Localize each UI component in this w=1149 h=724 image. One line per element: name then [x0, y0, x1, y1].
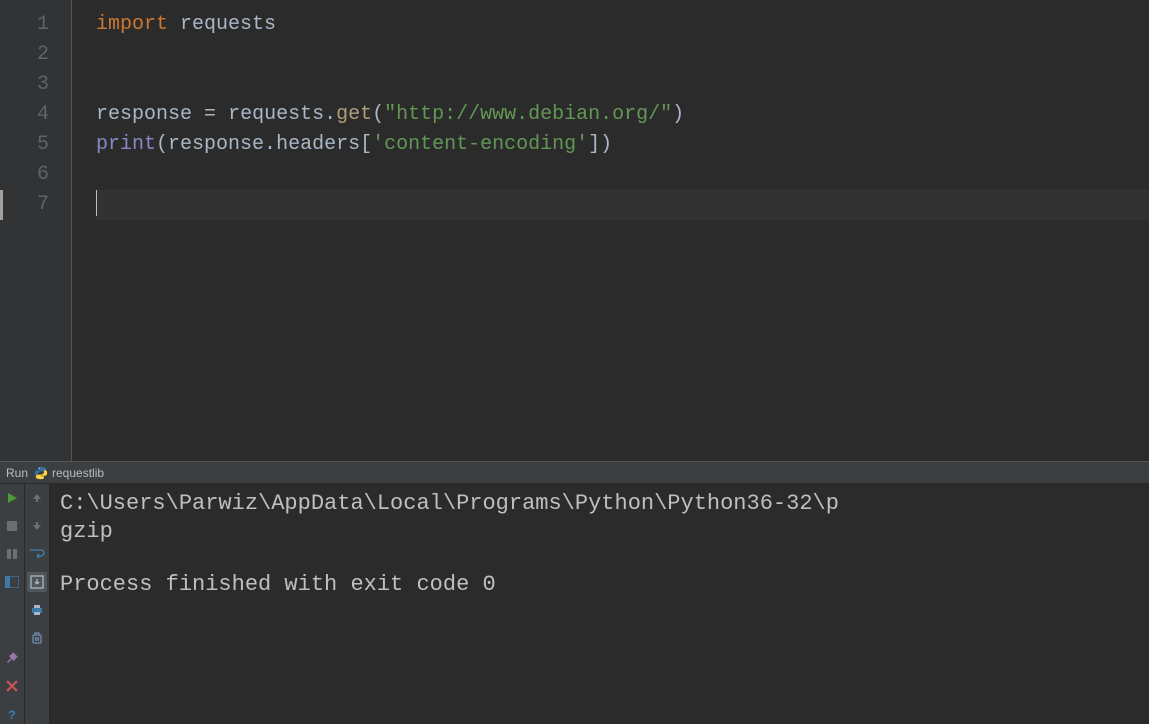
- method: get: [336, 103, 372, 126]
- code-line[interactable]: [96, 40, 1149, 70]
- bracket: ]: [588, 133, 600, 156]
- console-line: gzip: [60, 518, 1139, 546]
- line-number[interactable]: 5: [0, 130, 71, 160]
- layout-button[interactable]: [2, 572, 22, 592]
- code-line[interactable]: [96, 70, 1149, 100]
- paren: (: [156, 133, 168, 156]
- svg-text:?: ?: [8, 708, 16, 721]
- soft-wrap-button[interactable]: [27, 544, 47, 564]
- line-number[interactable]: 7: [0, 190, 71, 220]
- space: [168, 13, 180, 36]
- builtin: print: [96, 133, 156, 156]
- console-output[interactable]: C:\Users\Parwiz\AppData\Local\Programs\P…: [50, 484, 1149, 724]
- code-line[interactable]: import requests: [96, 10, 1149, 40]
- paren: (: [372, 103, 384, 126]
- variable: response: [168, 133, 264, 156]
- python-icon: [34, 466, 48, 480]
- space: [216, 103, 228, 126]
- run-toolbar-left: ?: [0, 484, 25, 724]
- close-button[interactable]: [2, 676, 22, 696]
- operator: =: [204, 103, 216, 126]
- pin-button[interactable]: [2, 648, 22, 668]
- run-label: Run: [6, 466, 28, 480]
- console-line: Process finished with exit code 0: [60, 571, 1139, 599]
- string: "http://www.debian.org/": [384, 103, 672, 126]
- dot: .: [324, 103, 336, 126]
- cursor: [96, 190, 97, 216]
- dot: .: [264, 133, 276, 156]
- line-number[interactable]: 1: [0, 10, 71, 40]
- line-number[interactable]: 4: [0, 100, 71, 130]
- paren: ): [600, 133, 612, 156]
- up-button[interactable]: [27, 488, 47, 508]
- gutter: 1 2 3 4 5 6 7: [0, 0, 72, 461]
- scroll-to-end-button[interactable]: [27, 572, 47, 592]
- print-button[interactable]: [27, 600, 47, 620]
- run-toolwindow: ? C:\Users\Parwiz\AppData\Local\Programs…: [0, 484, 1149, 724]
- code-line[interactable]: [96, 160, 1149, 190]
- clear-all-button[interactable]: [27, 628, 47, 648]
- line-number[interactable]: 6: [0, 160, 71, 190]
- run-toolwindow-header[interactable]: Run requestlib: [0, 462, 1149, 484]
- code-line[interactable]: response = requests.get("http://www.debi…: [96, 100, 1149, 130]
- down-button[interactable]: [27, 516, 47, 536]
- help-button[interactable]: ?: [2, 704, 22, 724]
- code-line[interactable]: [96, 190, 1149, 220]
- bracket: [: [360, 133, 372, 156]
- editor-pane: 1 2 3 4 5 6 7 import requests response =…: [0, 0, 1149, 462]
- paren: ): [672, 103, 684, 126]
- rerun-button[interactable]: [2, 488, 22, 508]
- code-line[interactable]: print(response.headers['content-encoding…: [96, 130, 1149, 160]
- object: requests: [228, 103, 324, 126]
- attribute: headers: [276, 133, 360, 156]
- pause-button[interactable]: [2, 544, 22, 564]
- line-number[interactable]: 3: [0, 70, 71, 100]
- console-line: C:\Users\Parwiz\AppData\Local\Programs\P…: [60, 490, 1139, 518]
- stop-button[interactable]: [2, 516, 22, 536]
- module-name: requests: [180, 13, 276, 36]
- line-number[interactable]: 2: [0, 40, 71, 70]
- code-area[interactable]: import requests response = requests.get(…: [72, 0, 1149, 461]
- string: 'content-encoding': [372, 133, 588, 156]
- run-toolbar-inner: [25, 484, 50, 724]
- variable: response: [96, 103, 204, 126]
- console-blank: [60, 545, 1139, 571]
- keyword: import: [96, 13, 168, 36]
- run-config-name: requestlib: [52, 466, 104, 480]
